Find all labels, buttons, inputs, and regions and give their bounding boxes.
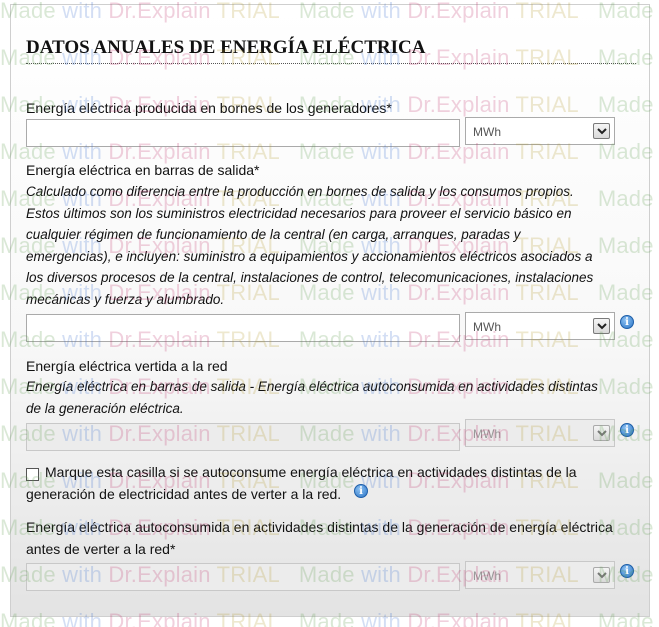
description-line: cualquier régimen de funcionamiento de l… bbox=[26, 227, 521, 242]
description-line: Calculado como diferencia entre la produ… bbox=[26, 184, 574, 199]
busbar-energy-description: Calculado como diferencia entre la produ… bbox=[26, 181, 638, 310]
description-line: Energía eléctrica en barras de salida - … bbox=[26, 379, 598, 394]
chevron-down-icon bbox=[593, 567, 610, 583]
self-consumed-energy-label-line2: antes de verter a la red* bbox=[26, 541, 176, 557]
unit-value: MWh bbox=[473, 427, 501, 441]
info-icon[interactable]: i bbox=[354, 484, 368, 498]
unit-value: MWh bbox=[473, 125, 501, 139]
generator-energy-label: Energía eléctrica producida en bornes de… bbox=[26, 100, 392, 116]
generator-energy-unit-select[interactable]: MWh bbox=[465, 117, 615, 145]
self-consumed-energy-unit-select: MWh bbox=[465, 561, 615, 589]
description-line: los diversos procesos de la central, ins… bbox=[26, 270, 594, 285]
checkbox-label-line2: generación de electricidad antes de vert… bbox=[26, 486, 342, 502]
checkbox-label-line1: Marque esta casilla si se autoconsume en… bbox=[45, 464, 577, 480]
info-icon[interactable]: i bbox=[620, 564, 634, 578]
chevron-down-icon[interactable] bbox=[593, 123, 610, 139]
grid-energy-unit-select: MWh bbox=[465, 419, 615, 447]
grid-energy-label: Energía eléctrica vertida a la red bbox=[26, 358, 228, 374]
grid-energy-input bbox=[26, 423, 460, 451]
self-consumed-energy-label: Energía eléctrica autoconsumida en activ… bbox=[26, 519, 613, 535]
energy-data-panel: DATOS ANUALES DE ENERGÍA ELÉCTRICA Energ… bbox=[10, 4, 650, 617]
grid-energy-description: Energía eléctrica en barras de salida - … bbox=[26, 376, 638, 419]
busbar-energy-input[interactable] bbox=[26, 314, 460, 342]
self-consumed-energy-input bbox=[26, 563, 460, 591]
description-line: de la generación eléctrica. bbox=[26, 400, 184, 416]
unit-value: MWh bbox=[473, 320, 501, 334]
chevron-down-icon bbox=[593, 425, 610, 441]
generator-energy-input[interactable] bbox=[26, 119, 460, 147]
section-title: DATOS ANUALES DE ENERGÍA ELÉCTRICA bbox=[26, 37, 636, 64]
busbar-energy-label: Energía eléctrica en barras de salida* bbox=[26, 162, 260, 178]
description-line: mecánicas y fuerza y alumbrado. bbox=[26, 291, 225, 307]
info-icon[interactable]: i bbox=[620, 423, 634, 437]
description-line: emergencias), e incluyen: suministro a e… bbox=[26, 248, 593, 264]
unit-value: MWh bbox=[473, 569, 501, 583]
description-line: Estos últimos son los suministros electr… bbox=[26, 205, 572, 221]
busbar-energy-unit-select[interactable]: MWh bbox=[465, 312, 615, 340]
self-consumption-checkbox[interactable] bbox=[26, 468, 39, 481]
info-icon[interactable]: i bbox=[620, 315, 634, 329]
chevron-down-icon[interactable] bbox=[593, 318, 610, 334]
